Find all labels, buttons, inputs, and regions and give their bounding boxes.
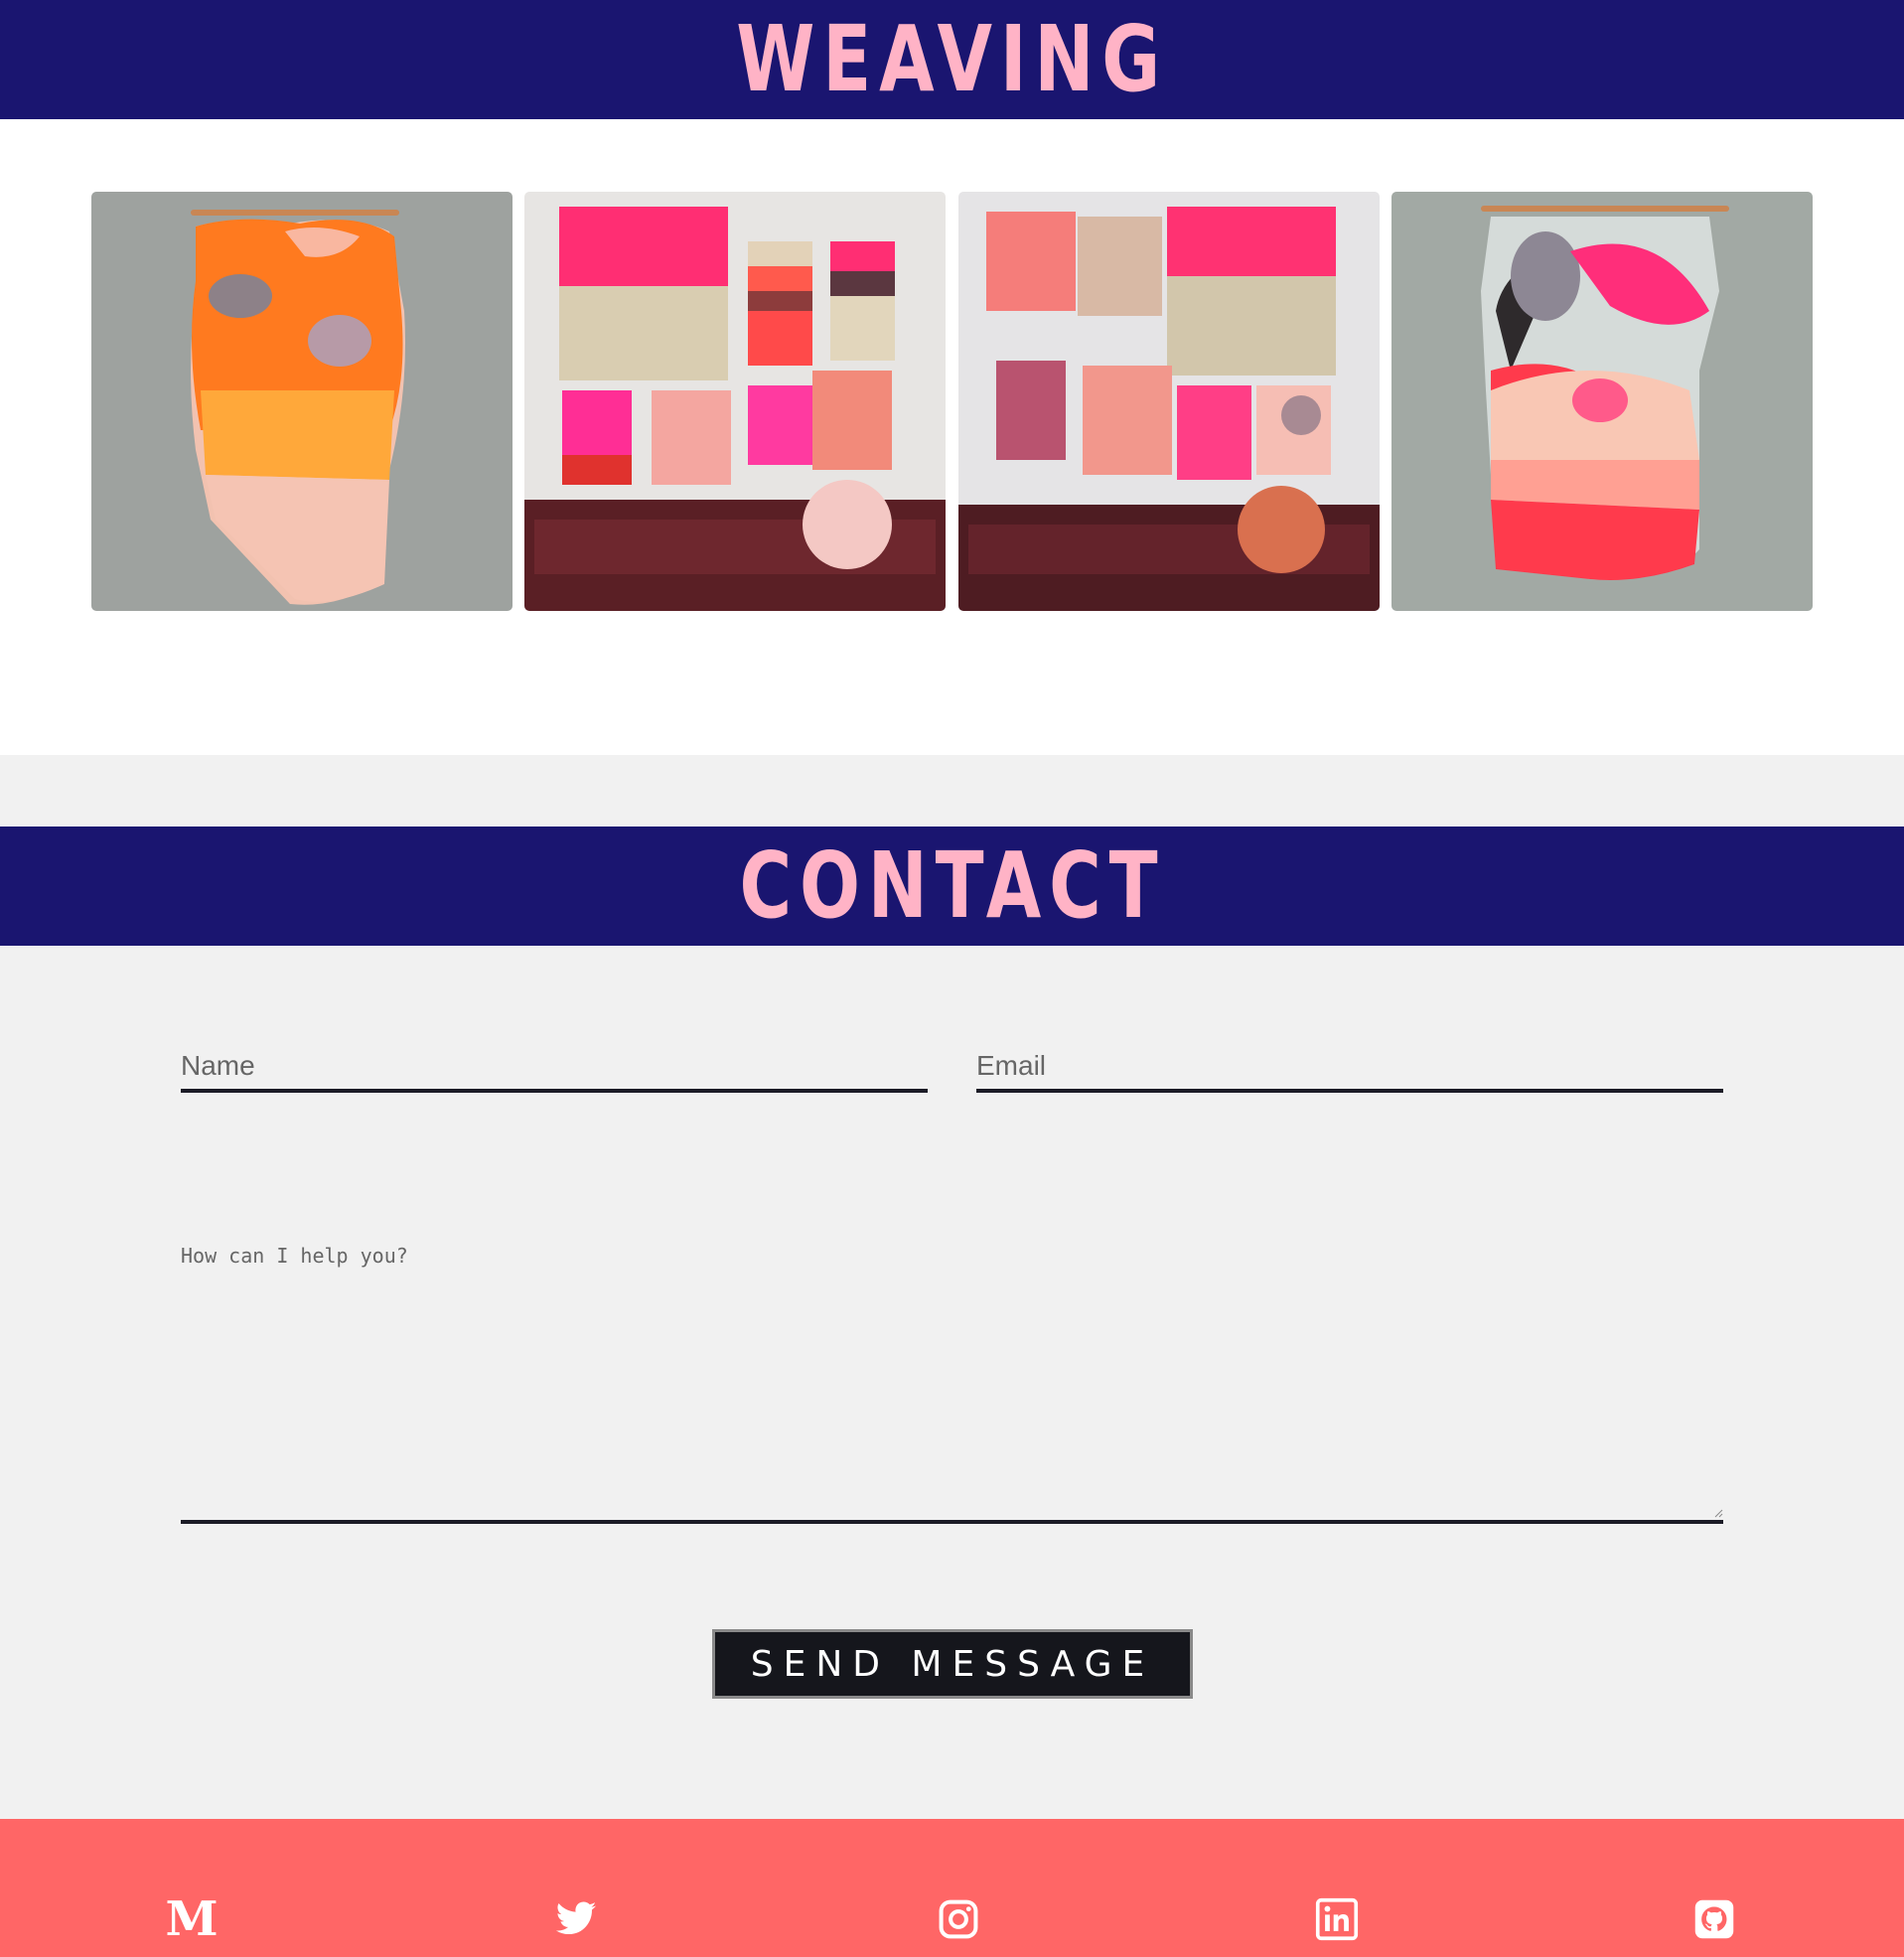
name-field: [181, 1043, 928, 1093]
message-field: [181, 1232, 1723, 1524]
pink-wall-arrangement-sofa-image[interactable]: [524, 192, 946, 611]
send-message-button[interactable]: SEND MESSAGE: [712, 1629, 1193, 1699]
footer: M: [0, 1819, 1904, 1957]
weaving-gallery: [0, 119, 1904, 755]
weaving-title: WEAVING: [736, 6, 1168, 112]
name-input[interactable]: [181, 1043, 928, 1089]
mixed-wall-arrangement-sofa-image[interactable]: [958, 192, 1380, 611]
twitter-icon[interactable]: [551, 1894, 601, 1944]
github-icon[interactable]: [1689, 1894, 1739, 1944]
medium-icon[interactable]: M: [165, 1891, 219, 1947]
email-input[interactable]: [976, 1043, 1723, 1089]
resize-handle-icon[interactable]: [1713, 1508, 1723, 1518]
orange-wall-hanging-image[interactable]: [91, 192, 513, 611]
contact-title: CONTACT: [739, 832, 1165, 939]
email-field: [976, 1043, 1723, 1093]
medium-glyph: M: [165, 1891, 219, 1947]
linkedin-icon[interactable]: [1312, 1894, 1362, 1944]
instagram-icon[interactable]: [934, 1894, 983, 1944]
red-pink-wall-hanging-image[interactable]: [1391, 192, 1813, 611]
weaving-header: WEAVING: [0, 0, 1904, 119]
contact-header: CONTACT: [0, 827, 1904, 946]
message-textarea[interactable]: [181, 1232, 1723, 1520]
